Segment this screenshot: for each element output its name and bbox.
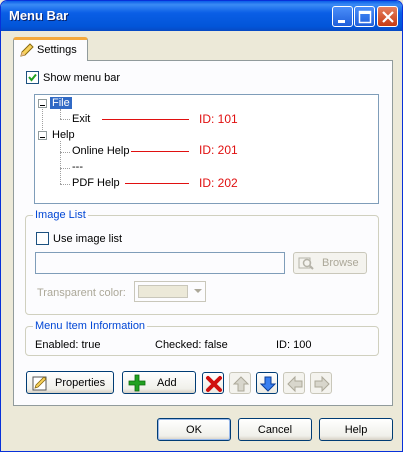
tree-node-file[interactable]: File <box>50 97 72 109</box>
tree-node-separator[interactable]: --- <box>70 161 85 173</box>
checkmark-icon <box>28 73 37 82</box>
image-path-field[interactable] <box>35 252 285 274</box>
minimize-button[interactable] <box>332 6 353 27</box>
collapse-file-toggle[interactable] <box>38 99 47 108</box>
tab-label: Settings <box>37 44 77 56</box>
ok-button[interactable]: OK <box>157 418 231 441</box>
move-left-button[interactable] <box>283 372 305 394</box>
arrow-up-icon <box>232 376 250 392</box>
image-list-group-title: Image List <box>33 209 88 221</box>
minus-icon <box>40 137 45 138</box>
exit-id-annotation: ID: 101 <box>199 112 238 126</box>
show-menu-bar-label[interactable]: Show menu bar <box>43 72 120 84</box>
tree-connector <box>60 152 70 153</box>
title-bar[interactable]: Menu Bar <box>1 1 402 31</box>
pencil-icon <box>20 43 34 57</box>
browse-button[interactable]: Browse <box>293 252 367 274</box>
move-down-button[interactable] <box>256 372 278 394</box>
annotation-line <box>125 183 189 184</box>
maximize-button[interactable] <box>354 6 375 27</box>
ok-label: OK <box>186 424 202 436</box>
enabled-status: Enabled: true <box>35 339 101 351</box>
tree-connector <box>60 141 61 184</box>
use-image-list-label[interactable]: Use image list <box>53 233 122 245</box>
move-up-button[interactable] <box>229 372 251 394</box>
arrow-left-icon <box>287 375 303 393</box>
tree-node-exit[interactable]: Exit <box>70 113 92 125</box>
properties-button[interactable]: Properties <box>26 371 114 394</box>
tree-connector <box>60 184 70 185</box>
show-menu-bar-checkbox[interactable] <box>26 71 39 84</box>
use-image-list-checkbox[interactable] <box>36 232 49 245</box>
maximize-icon <box>358 10 372 24</box>
transparent-color-label: Transparent color: <box>37 287 126 299</box>
online-help-id-annotation: ID: 201 <box>199 143 238 157</box>
tree-node-pdf-help[interactable]: PDF Help <box>70 177 122 189</box>
move-right-button[interactable] <box>310 372 332 394</box>
tab-settings[interactable]: Settings <box>13 37 88 61</box>
annotation-line <box>131 151 189 152</box>
tree-node-online-help[interactable]: Online Help <box>70 145 131 157</box>
transparent-color-dropdown[interactable] <box>134 281 206 302</box>
menu-tree[interactable]: File Exit Help Online Help --- PDF Help … <box>34 94 379 204</box>
close-icon <box>382 11 394 23</box>
help-button[interactable]: Help <box>319 418 393 441</box>
add-label: Add <box>157 377 177 389</box>
cancel-label: Cancel <box>257 424 293 436</box>
menu-item-info-title: Menu Item Information <box>33 320 148 332</box>
close-button[interactable] <box>377 6 398 27</box>
plus-icon <box>128 374 146 392</box>
annotation-line <box>102 119 189 120</box>
menu-bar-dialog: Menu Bar Settings Show menu bar File Exi… <box>0 0 403 452</box>
color-swatch <box>138 285 188 298</box>
arrow-right-icon <box>314 375 330 393</box>
window-title: Menu Bar <box>9 8 69 23</box>
collapse-help-toggle[interactable] <box>38 131 47 140</box>
minus-icon <box>40 105 45 106</box>
properties-icon <box>32 376 47 391</box>
arrow-down-icon <box>259 376 277 392</box>
delete-x-icon <box>206 376 222 392</box>
magnifier-icon <box>298 257 314 270</box>
help-label: Help <box>344 424 368 436</box>
chevron-down-icon <box>194 289 202 293</box>
pdf-help-id-annotation: ID: 202 <box>199 176 238 190</box>
tree-connector <box>60 168 70 169</box>
tree-node-help[interactable]: Help <box>50 129 77 141</box>
cancel-button[interactable]: Cancel <box>238 418 312 441</box>
tree-connector <box>60 119 70 120</box>
browse-label: Browse <box>322 257 359 269</box>
checked-status: Checked: false <box>155 339 228 351</box>
properties-label: Properties <box>55 377 106 389</box>
add-button[interactable]: Add <box>122 371 196 394</box>
minimize-icon <box>338 20 345 23</box>
delete-button[interactable] <box>202 372 224 394</box>
tree-connector <box>60 109 61 119</box>
item-id-status: ID: 100 <box>276 339 312 351</box>
